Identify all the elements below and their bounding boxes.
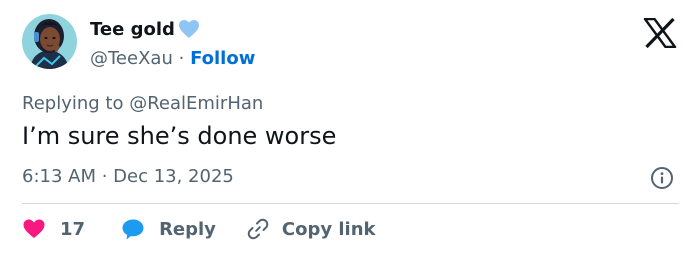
light-blue-heart-icon [177, 18, 201, 40]
follow-button[interactable]: Follow [190, 48, 255, 69]
reply-prefix: Replying to [22, 93, 124, 114]
divider [22, 203, 679, 204]
reply-label: Reply [159, 218, 216, 240]
author-handle-row: @TeeXau · Follow [90, 48, 255, 69]
copy-link-button[interactable]: Copy link [246, 217, 376, 241]
reply-context: Replying to @RealEmirHan [22, 93, 263, 114]
reply-mention-link[interactable]: @RealEmirHan [129, 93, 263, 114]
author-name-row[interactable]: Tee gold [90, 18, 201, 40]
tweet-text: I’m sure she’s done worse [22, 122, 337, 150]
author-handle[interactable]: @TeeXau [90, 48, 173, 69]
avatar-illustration [22, 14, 77, 69]
like-button[interactable]: 17 [22, 217, 85, 241]
link-icon [246, 217, 270, 241]
copy-link-label: Copy link [281, 218, 376, 240]
speech-bubble-icon [121, 217, 145, 241]
author-name[interactable]: Tee gold [90, 19, 175, 40]
separator-dot: · [178, 48, 185, 69]
x-logo-icon[interactable] [643, 17, 677, 49]
heart-icon [22, 217, 46, 241]
tweet-actions: 17 Reply Copy link [22, 214, 376, 244]
like-count: 17 [60, 218, 86, 240]
tweet-timestamp[interactable]: 6:13 AM · Dec 13, 2025 [22, 166, 234, 187]
info-icon[interactable] [650, 166, 674, 190]
reply-button[interactable]: Reply [121, 217, 216, 241]
avatar[interactable] [22, 14, 77, 69]
